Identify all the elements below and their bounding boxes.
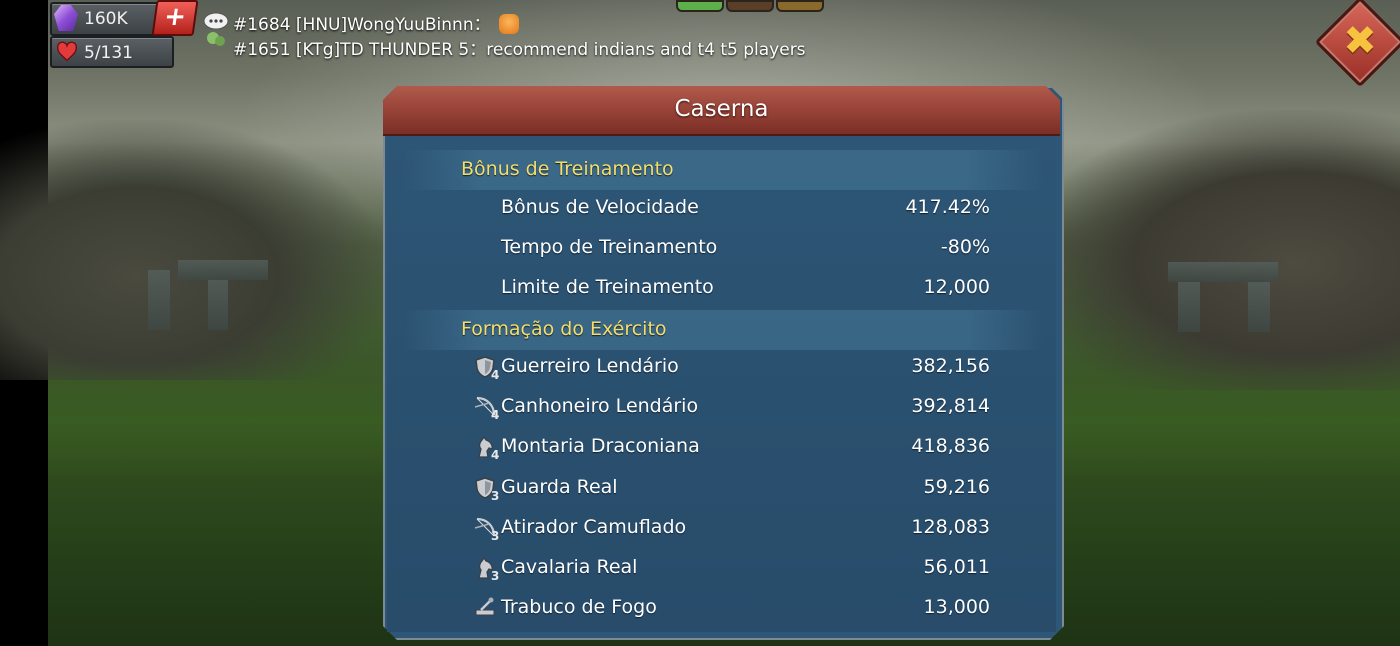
troop-count: 418,836 [911, 435, 990, 457]
page-dot[interactable] [776, 0, 824, 12]
stone-lintel [178, 260, 268, 280]
siege-catapult-icon [475, 597, 495, 616]
panel-content[interactable]: Bônus de Treinamento Bônus de Velocidade… [387, 136, 1056, 632]
stamina-counter: 5/131 [50, 36, 174, 68]
troop-tier: 4 [491, 408, 500, 422]
right-cliff [1020, 110, 1400, 390]
barracks-panel: Caserna Bônus de Treinamento Bônus de Ve… [383, 86, 1060, 636]
game-screen: 160K + 5/131 #1684 [HNU]WongYuuBinnn： #1… [0, 0, 1400, 646]
training-limit-label: Limite de Treinamento [501, 276, 714, 298]
troop-tier: 4 [491, 368, 500, 382]
close-icon[interactable]: ✖ [1328, 10, 1392, 74]
left-cliff [0, 120, 388, 380]
stone-lintel [1168, 262, 1278, 282]
troop-tier: 3 [491, 569, 500, 583]
stone-pillar [148, 270, 170, 330]
training-time-label: Tempo de Treinamento [501, 236, 718, 258]
speed-bonus-label: Bônus de Velocidade [501, 196, 699, 218]
army-formation-title: Formação do Exército [461, 318, 667, 340]
chat-message-1[interactable]: #1684 [HNU]WongYuuBinnn： [233, 10, 519, 35]
buy-gems-button[interactable]: + [151, 0, 199, 36]
emoji-face-icon [498, 14, 519, 34]
gems-counter: 160K [50, 2, 162, 36]
troop-count: 59,216 [923, 476, 990, 498]
page-dot-active[interactable] [676, 0, 724, 12]
training-limit-value: 12,000 [923, 276, 990, 298]
troop-name: Montaria Draconiana [501, 435, 700, 457]
troop-name: Trabuco de Fogo [501, 596, 657, 618]
training-bonus-title: Bônus de Treinamento [461, 158, 674, 180]
troop-name: Guerreiro Lendário [501, 355, 679, 377]
chat-bubble-icon[interactable] [203, 10, 229, 50]
stamina-value: 5/131 [84, 43, 133, 63]
troop-count: 13,000 [923, 596, 990, 618]
page-dot[interactable] [726, 0, 774, 12]
heart-icon [56, 41, 78, 62]
troop-name: Guarda Real [501, 476, 618, 498]
troop-name: Atirador Camuflado [501, 516, 687, 538]
troop-tier: 3 [491, 529, 500, 543]
troop-name: Canhoneiro Lendário [501, 395, 699, 417]
panel-title: Caserna [674, 96, 769, 122]
gems-value: 160K [84, 9, 128, 29]
chat-message-1-text: #1684 [HNU]WongYuuBinnn： [233, 15, 491, 35]
troop-count: 56,011 [923, 556, 990, 578]
speed-bonus-value: 417.42% [905, 196, 990, 218]
stone-pillar [1178, 282, 1200, 332]
troop-count: 392,814 [911, 395, 990, 417]
stone-pillar [208, 280, 228, 330]
chat-message-2[interactable]: #1651 [KTg]TD THUNDER 5：recommend indian… [233, 35, 806, 60]
stone-pillar [1248, 282, 1270, 332]
troop-count: 382,156 [911, 355, 990, 377]
troop-tier: 3 [491, 489, 500, 503]
gem-icon [54, 5, 78, 31]
training-time-value: -80% [940, 236, 990, 258]
troop-tier: 4 [491, 448, 500, 462]
troop-name: Cavalaria Real [501, 556, 638, 578]
troop-count: 128,083 [911, 516, 990, 538]
